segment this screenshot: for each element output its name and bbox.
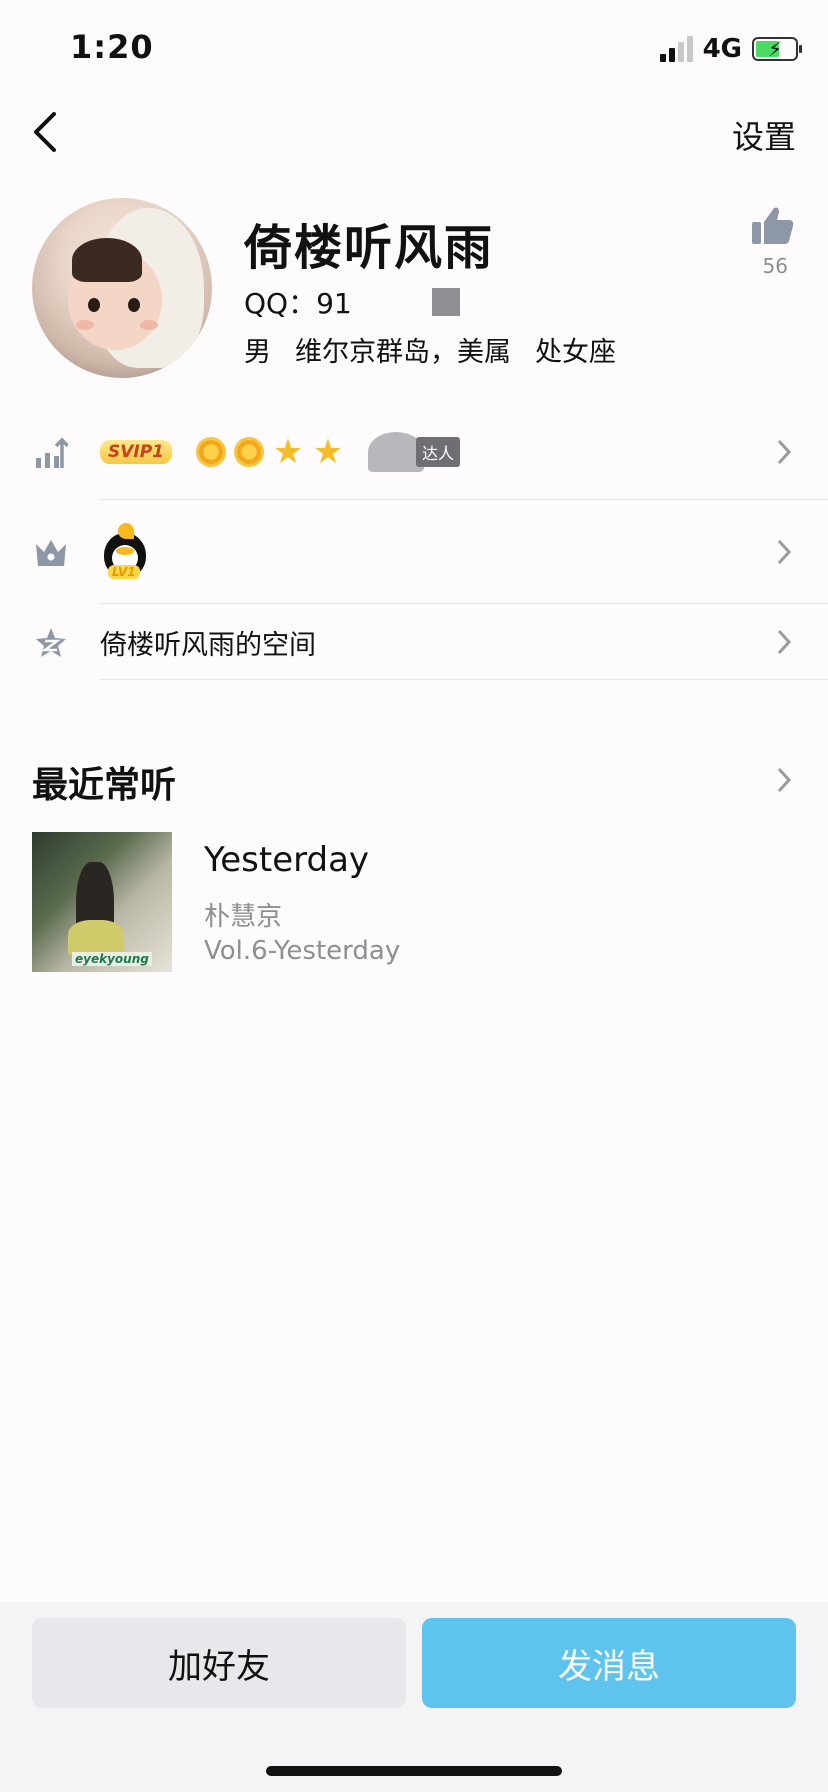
badges-row[interactable]: SVIP1 ★ ★ 达人 (0, 404, 828, 500)
svip-badge: SVIP1 (100, 440, 173, 464)
level-up-icon (36, 437, 68, 468)
battery-icon: ⚡ (752, 37, 802, 61)
star-icon: ★ (272, 432, 304, 472)
chevron-right-icon (777, 629, 792, 655)
send-message-button[interactable]: 发消息 (422, 1618, 796, 1708)
zodiac: 处女座 (535, 337, 616, 368)
sun-icon (234, 437, 265, 467)
location: 维尔京群岛，美属 (295, 337, 511, 368)
song-album: Vol.6-Yesterday (204, 936, 401, 966)
chevron-right-icon[interactable] (776, 766, 792, 794)
network-type: 4G (702, 34, 742, 64)
profile-meta: 男 维尔京群岛，美属 处女座 (244, 330, 616, 369)
status-time: 1:20 (70, 28, 154, 66)
recent-section-title: 最近常听 (32, 765, 177, 806)
talent-badge: 达人 (368, 432, 461, 472)
home-indicator[interactable] (266, 1766, 562, 1776)
crown-icon (36, 540, 66, 566)
status-indicators: 4G ⚡ (659, 34, 802, 64)
album-cover-text: eyekyoung (72, 952, 152, 966)
qq-number: QQ：91 (244, 282, 460, 322)
gender: 男 (244, 337, 271, 368)
sun-icon (196, 437, 227, 467)
add-friend-button[interactable]: 加好友 (32, 1618, 406, 1708)
level-content: LV1 (100, 500, 150, 604)
space-row[interactable]: 倚楼听风雨的空间 (0, 604, 828, 680)
star-icon: ★ (312, 432, 344, 472)
redaction-mask (431, 288, 460, 316)
profile-name: 倚楼听风雨 (244, 220, 495, 276)
qq-number-label: QQ：91 (244, 287, 352, 320)
badges-content: SVIP1 ★ ★ 达人 (100, 404, 461, 500)
avatar[interactable] (32, 198, 212, 378)
talent-label: 达人 (416, 437, 461, 467)
back-arrow-icon[interactable] (28, 110, 64, 154)
space-content: 倚楼听风雨的空间 (100, 604, 316, 680)
album-cover[interactable]: eyekyoung (32, 832, 172, 972)
thumbs-up-icon[interactable] (752, 206, 794, 246)
level-label: LV1 (108, 565, 140, 579)
chevron-right-icon (777, 439, 792, 465)
qzone-star-icon (36, 628, 66, 657)
settings-button[interactable]: 设置 (732, 112, 796, 158)
chevron-right-icon (777, 539, 792, 565)
signal-icon (659, 36, 693, 62)
space-label: 倚楼听风雨的空间 (100, 629, 316, 661)
song-artist: 朴慧京 (204, 902, 283, 932)
qq-penguin-icon: LV1 (100, 523, 150, 581)
song-title[interactable]: Yesterday (204, 840, 369, 880)
like-count: 56 (762, 254, 788, 278)
level-row[interactable]: LV1 (0, 500, 828, 604)
